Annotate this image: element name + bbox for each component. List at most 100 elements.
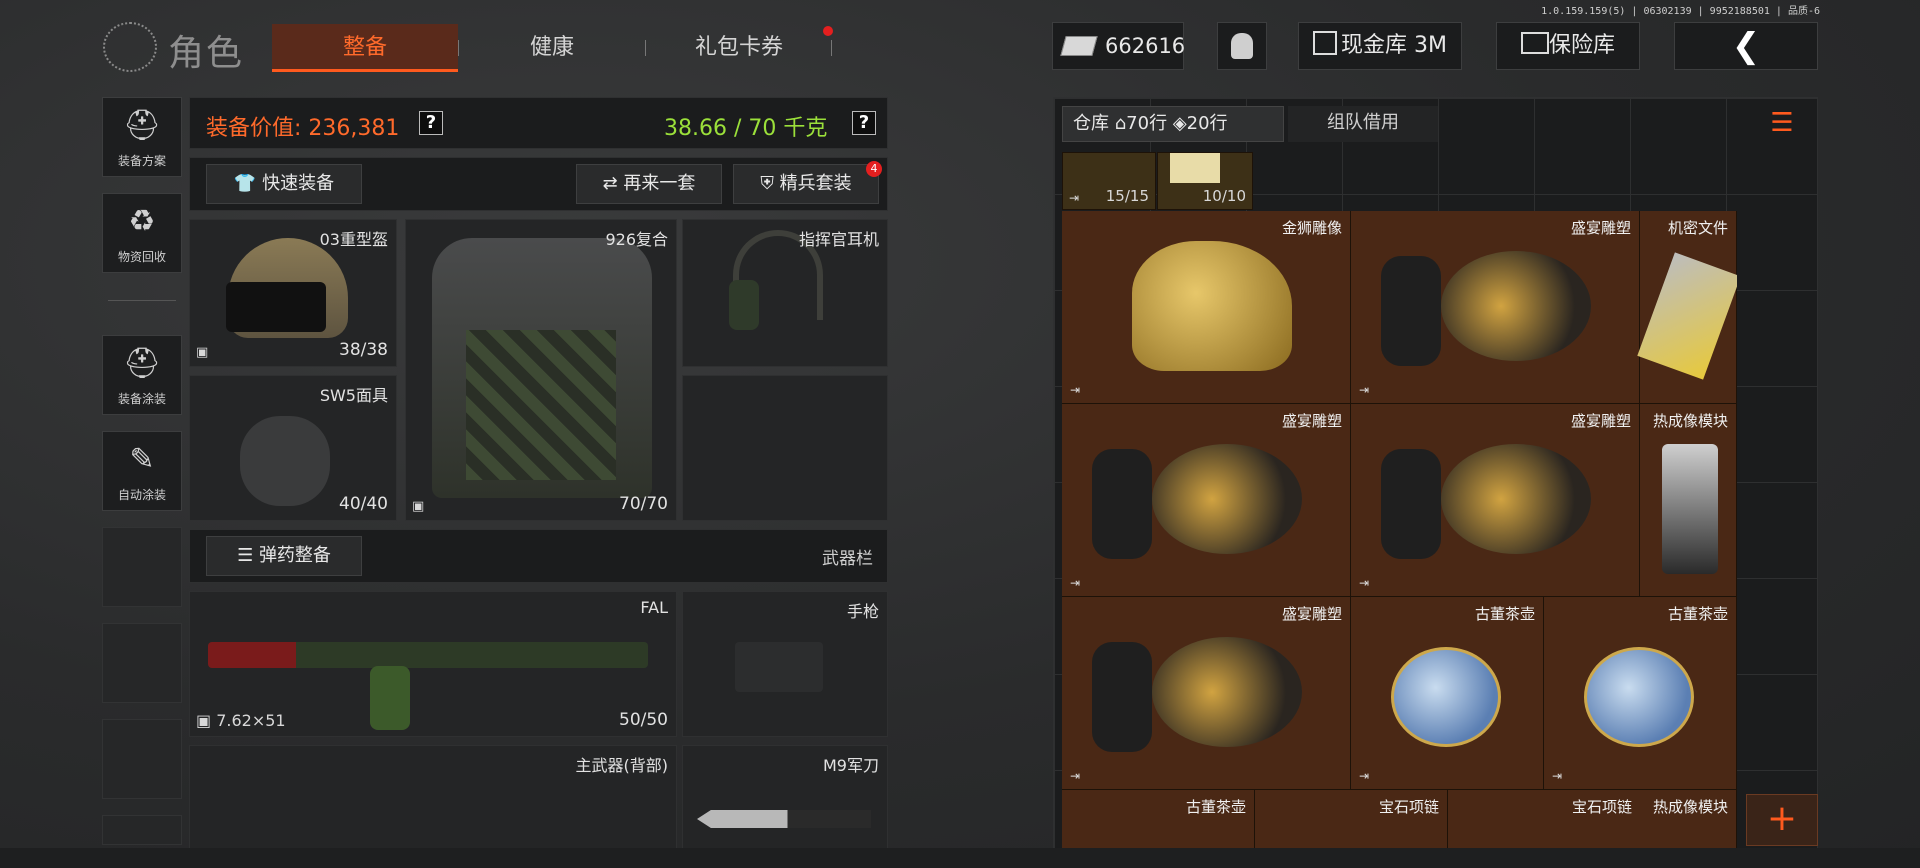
warehouse-item[interactable]: 古董茶壶 ⇥ bbox=[1544, 597, 1737, 790]
team-borrow-tab[interactable]: 组队借用 bbox=[1288, 106, 1438, 142]
safe-box-button[interactable]: 保险库 bbox=[1496, 22, 1640, 70]
warehouse-item[interactable]: ⇥ 15/15 bbox=[1062, 152, 1156, 210]
item-name: 盛宴雕塑 bbox=[1281, 605, 1342, 623]
safe-box-icon bbox=[1520, 32, 1549, 54]
notification-dot bbox=[823, 26, 833, 36]
empty-gear-slot[interactable] bbox=[682, 375, 888, 521]
armor-durability: 70/70 bbox=[619, 494, 668, 514]
warehouse-item[interactable]: 机密文件 bbox=[1637, 211, 1737, 404]
helmet-paint-icon: ⛑ bbox=[122, 346, 162, 381]
sculpture-base bbox=[1381, 449, 1441, 559]
warehouse-item[interactable]: 热成像模块 bbox=[1640, 404, 1737, 597]
item-count: 10/10 bbox=[1202, 187, 1246, 205]
back-weapon-label: 主武器(背部) bbox=[575, 756, 669, 775]
agent-button[interactable] bbox=[1217, 22, 1267, 70]
helmet-slot[interactable]: 03重型盔 ▣ 38/38 bbox=[189, 219, 397, 367]
transfer-icon: ⇥ bbox=[1070, 769, 1081, 783]
helmet-visor bbox=[226, 282, 326, 332]
item-name: 宝石项链 bbox=[1571, 798, 1632, 816]
elite-set-button[interactable]: ⛨ 精兵套装 bbox=[733, 164, 879, 204]
shirt-icon: 👕 bbox=[233, 173, 257, 194]
mask-durability: 40/40 bbox=[339, 494, 388, 514]
tab-divider bbox=[831, 40, 832, 56]
quick-equip-label: 快速装备 bbox=[262, 173, 335, 194]
thermal-module-image bbox=[1662, 444, 1718, 574]
sculpture-base bbox=[1092, 642, 1152, 752]
recycle-icon: ♻ bbox=[128, 204, 156, 239]
ammo-caliber: ▣ 7.62×51 bbox=[196, 711, 286, 730]
sidebar-empty-slot bbox=[102, 719, 182, 799]
transfer-icon: ⇥ bbox=[1359, 576, 1370, 590]
rifle-image bbox=[208, 642, 648, 668]
weight-help-icon[interactable]: ? bbox=[852, 111, 876, 135]
sidebar-empty-slot bbox=[102, 527, 182, 607]
tab-equip[interactable]: 整备 bbox=[272, 24, 458, 72]
quick-equip-button[interactable]: 👕 快速装备 bbox=[206, 164, 362, 204]
sidebar-auto-paint[interactable]: ✎ 自动涂装 bbox=[102, 431, 182, 511]
transfer-icon: ⇥ bbox=[1070, 576, 1081, 590]
warehouse-item[interactable]: 盛宴雕塑 ⇥ bbox=[1062, 404, 1351, 597]
transfer-icon: ⇥ bbox=[1552, 769, 1563, 783]
headset-slot[interactable]: 指挥官耳机 bbox=[682, 219, 888, 367]
stack-sort-icon[interactable]: ☰ bbox=[1762, 108, 1802, 142]
version-text: 1.0.159.159(5) | 06302139 | 9952188501 |… bbox=[1541, 6, 1820, 17]
value-help-icon[interactable]: ? bbox=[419, 111, 443, 135]
item-name: 宝石项链 bbox=[1378, 798, 1439, 816]
warehouse-item[interactable]: 古董茶壶 ⇥ bbox=[1351, 597, 1544, 790]
home-icon: ⌂ bbox=[1114, 113, 1127, 134]
warehouse-item[interactable]: 盛宴雕塑 ⇥ bbox=[1351, 404, 1640, 597]
again-set-button[interactable]: ⇄ 再来一套 bbox=[576, 164, 722, 204]
warehouse-rows-b: 20行 bbox=[1186, 113, 1228, 134]
transfer-icon: ⇥ bbox=[1069, 191, 1080, 205]
sidebar-label: 物资回收 bbox=[117, 250, 166, 264]
weapon-bar-label: 武器栏 bbox=[822, 549, 873, 569]
bag-icon: ◈ bbox=[1172, 113, 1187, 134]
warehouse-tab-label: 仓库 bbox=[1073, 113, 1109, 134]
headset-name: 指挥官耳机 bbox=[798, 230, 879, 249]
warehouse-tab[interactable]: 仓库 ⌂70行 ◈20行 bbox=[1062, 106, 1284, 142]
warehouse-item[interactable]: 盛宴雕塑 ⇥ bbox=[1062, 597, 1351, 790]
currency-display[interactable]: 662616 bbox=[1052, 22, 1186, 70]
mask-slot[interactable]: SW5面具 40/40 bbox=[189, 375, 397, 521]
currency-amount: 662616 bbox=[1105, 34, 1186, 58]
ammo-icon: ☰ bbox=[237, 545, 254, 566]
warehouse-item[interactable]: 10/10 bbox=[1157, 152, 1253, 210]
tab-health[interactable]: 健康 bbox=[460, 24, 644, 72]
primary-weapon-slot[interactable]: FAL ▣ 7.62×51 50/50 bbox=[189, 591, 677, 737]
money-icon bbox=[1060, 36, 1098, 56]
knife-name: M9军刀 bbox=[823, 756, 879, 775]
item-name: 盛宴雕塑 bbox=[1570, 412, 1631, 430]
cube-icon: ▣ bbox=[412, 499, 425, 514]
ammo-supply-label: 弹药整备 bbox=[258, 545, 331, 566]
plus-icon: + bbox=[1766, 798, 1798, 839]
agent-icon bbox=[1231, 33, 1253, 59]
back-button[interactable]: ❮ bbox=[1674, 22, 1818, 70]
antique-teapot-image bbox=[1584, 647, 1694, 747]
sidebar-empty-slot bbox=[102, 623, 182, 703]
elite-set-label: 精兵套装 bbox=[779, 173, 852, 194]
warehouse-item[interactable]: 盛宴雕塑 ⇥ bbox=[1351, 211, 1640, 404]
add-storage-button[interactable]: + bbox=[1746, 794, 1818, 846]
equip-value-bar: 装备价值: 236,381 ? 38.66 / 70 千克 ? bbox=[189, 97, 888, 149]
warehouse-item[interactable]: 金狮雕像 ⇥ bbox=[1062, 211, 1351, 404]
mask-name: SW5面具 bbox=[319, 386, 388, 405]
sidebar-equip-paint[interactable]: ⛑ 装备涂装 bbox=[102, 335, 182, 415]
sidebar-recycle[interactable]: ♻ 物资回收 bbox=[102, 193, 182, 273]
auto-paint-icon: ✎ bbox=[129, 442, 155, 477]
sidebar-equip-plan[interactable]: ⛑ 装备方案 bbox=[102, 97, 182, 177]
transfer-icon: ⇥ bbox=[1359, 769, 1370, 783]
elite-set-badge: 4 bbox=[866, 161, 882, 177]
cube-icon: ▣ bbox=[196, 711, 217, 730]
cash-vault-button[interactable]: 现金库 3M bbox=[1298, 22, 1462, 70]
transfer-icon: ⇥ bbox=[1070, 383, 1081, 397]
character-logo-icon bbox=[103, 22, 157, 72]
item-name: 金狮雕像 bbox=[1281, 219, 1342, 237]
ammo-supply-button[interactable]: ☰ 弹药整备 bbox=[206, 536, 362, 576]
page-title: 角色 bbox=[168, 33, 245, 74]
tab-gift-cards[interactable]: 礼包卡券 bbox=[647, 24, 831, 72]
sidebar-empty-slot bbox=[102, 815, 182, 845]
armor-slot[interactable]: 926复合 ▣ 70/70 bbox=[405, 219, 677, 521]
gold-lion-image bbox=[1132, 241, 1292, 371]
pistol-slot[interactable]: 手枪 bbox=[682, 591, 888, 737]
item-name: 热成像模块 bbox=[1652, 412, 1728, 430]
